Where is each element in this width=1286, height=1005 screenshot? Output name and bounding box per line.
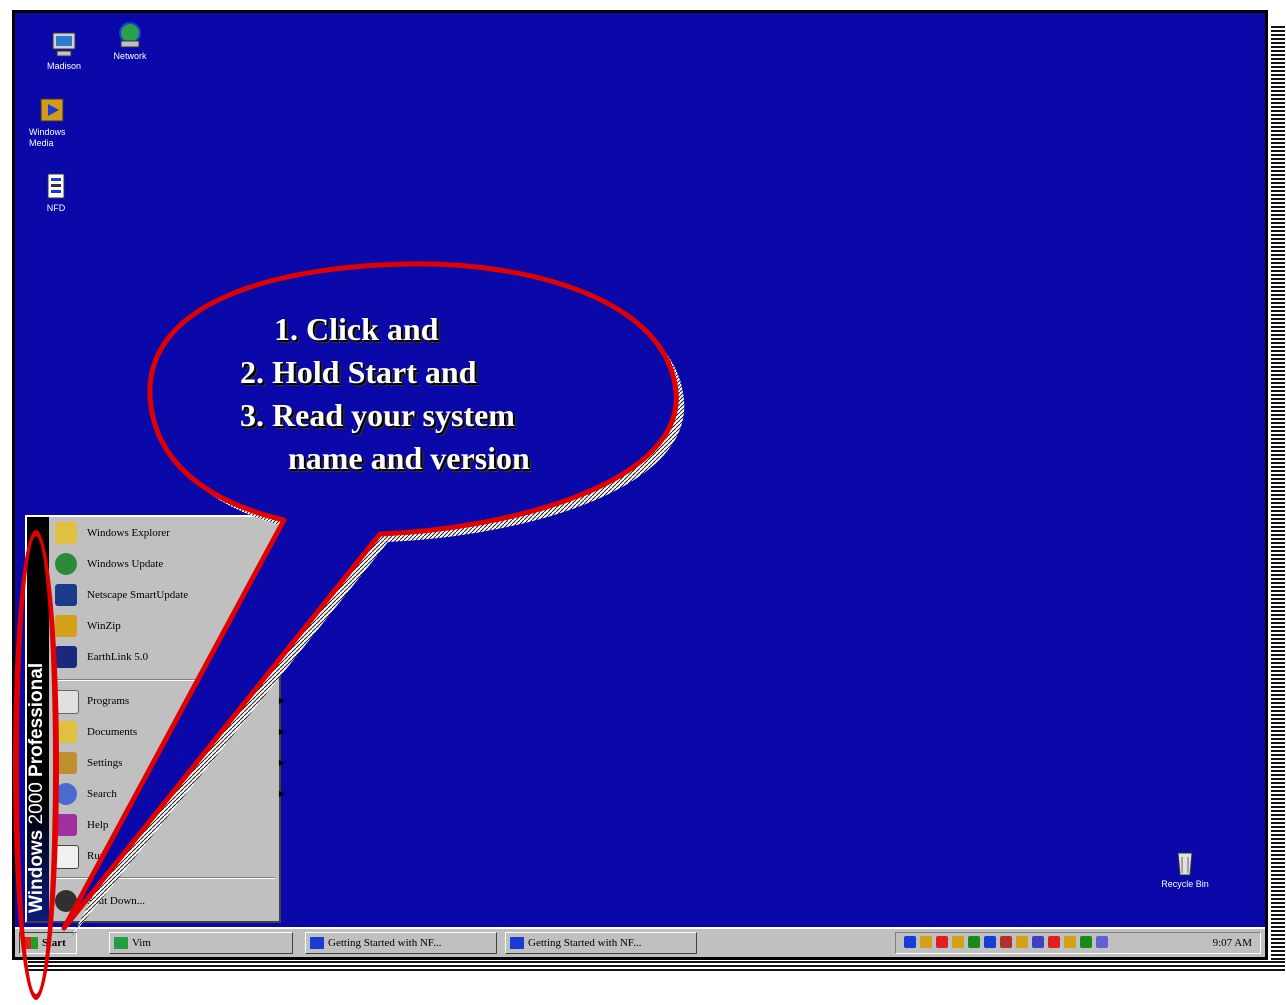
callout-text: 1. Click and 2. Hold Start and 3. Read y… bbox=[240, 308, 530, 480]
start-highlight-oval bbox=[13, 530, 59, 1000]
callout-line-4: name and version bbox=[288, 440, 530, 476]
callout-line-3: 3. Read your system bbox=[240, 397, 515, 433]
callout-line-2: 2. Hold Start and bbox=[240, 354, 477, 390]
callout-balloon bbox=[61, 261, 685, 936]
callout-line-1: 1. Click and bbox=[274, 311, 439, 347]
